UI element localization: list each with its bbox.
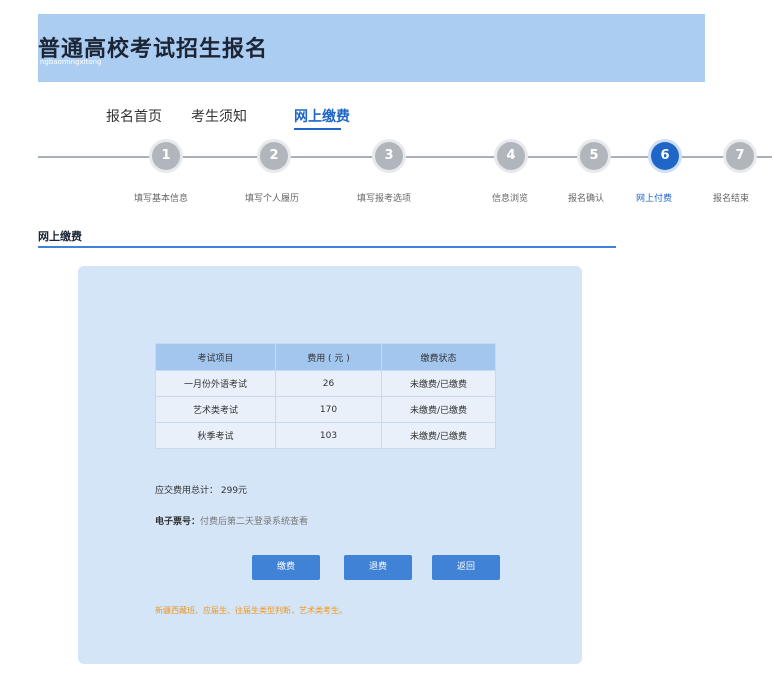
status-cell: 未缴费/已缴费 <box>381 422 496 449</box>
section-title: 网上缴费 <box>38 230 82 243</box>
step-label-2: 填写个人履历 <box>244 194 300 204</box>
table-row: 艺术类考试 170 未缴费/已缴费 <box>155 396 496 423</box>
step-3: 3 <box>375 142 403 170</box>
step-label-6: 网上付费 <box>635 194 673 204</box>
nav-home[interactable]: 报名首页 <box>106 106 162 126</box>
exam-name-cell: 艺术类考试 <box>155 396 276 423</box>
table-row: 一月份外语考试 26 未缴费/已缴费 <box>155 370 496 397</box>
pay-button[interactable]: 缴费 <box>252 555 320 580</box>
e-ticket-value: 付费后第二天登录系统查看 <box>200 517 309 527</box>
fee-cell: 103 <box>275 422 382 449</box>
step-label-1: 填写基本信息 <box>133 194 189 204</box>
section-divider <box>38 246 616 248</box>
step-5: 5 <box>580 142 608 170</box>
step-label-3: 填写报考选项 <box>356 194 412 204</box>
table-row: 秋季考试 103 未缴费/已缴费 <box>155 422 496 449</box>
step-7: 7 <box>726 142 754 170</box>
e-ticket-label: 电子票号： <box>155 517 201 527</box>
fee-table: 考试项目 费用 ( 元 ) 缴费状态 一月份外语考试 26 未缴费/已缴费 艺术… <box>155 343 496 449</box>
step-1: 1 <box>152 142 180 170</box>
e-ticket-line: 电子票号：付费后第二天登录系统查看 <box>155 514 308 527</box>
fee-cell: 26 <box>275 370 382 397</box>
step-label-5: 报名确认 <box>567 194 605 204</box>
refund-button[interactable]: 退费 <box>344 555 412 580</box>
back-button[interactable]: 返回 <box>432 555 500 580</box>
status-cell: 未缴费/已缴费 <box>381 370 496 397</box>
total-fee: 应交费用总计： 299元 <box>155 486 248 496</box>
step-2: 2 <box>260 142 288 170</box>
nav-active-underline <box>294 128 341 130</box>
table-header-row: 考试项目 费用 ( 元 ) 缴费状态 <box>155 343 496 371</box>
step-label-4: 信息浏览 <box>491 194 529 204</box>
nav-online-payment[interactable]: 网上缴费 <box>294 106 350 126</box>
step-label-7: 报名结束 <box>712 194 750 204</box>
nav-notice[interactable]: 考生须知 <box>191 106 247 126</box>
app-subtitle: ngbaomingxitong <box>40 58 102 66</box>
column-header-status: 缴费状态 <box>381 343 496 371</box>
exam-name-cell: 一月份外语考试 <box>155 370 276 397</box>
status-cell: 未缴费/已缴费 <box>381 396 496 423</box>
column-header-fee: 费用 ( 元 ) <box>275 343 382 371</box>
eligibility-note: 新疆西藏班、应届生、往届生类型判断，艺术类考生。 <box>155 606 347 615</box>
step-6: 6 <box>651 142 679 170</box>
exam-name-cell: 秋季考试 <box>155 422 276 449</box>
step-4: 4 <box>497 142 525 170</box>
fee-cell: 170 <box>275 396 382 423</box>
column-header-exam: 考试项目 <box>155 343 276 371</box>
